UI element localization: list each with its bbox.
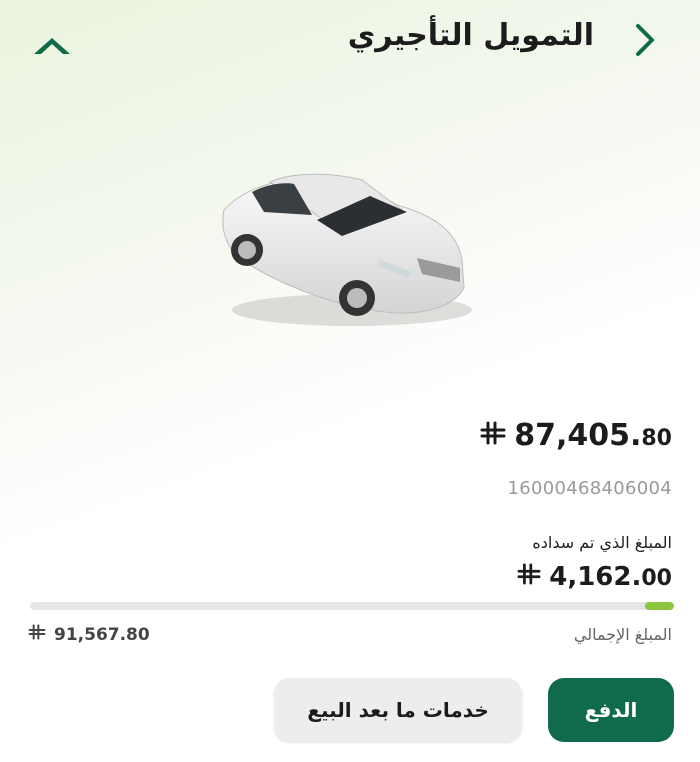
- car-image: [212, 160, 484, 338]
- saudi-riyal-icon: [28, 624, 46, 645]
- contract-number: 16000468406004: [507, 478, 672, 499]
- payment-progress-fill: [645, 602, 674, 610]
- chevron-right-icon: [636, 24, 654, 56]
- saudi-riyal-icon: [480, 421, 506, 449]
- paid-amount: 4,162.00: [517, 562, 672, 592]
- total-amount-label: المبلغ الإجمالي: [573, 625, 672, 644]
- total-amount-value: 91,567.80: [54, 624, 150, 645]
- remaining-amount-integer: 87,405.: [514, 418, 642, 453]
- saudi-riyal-icon: [517, 563, 541, 589]
- back-button[interactable]: [626, 20, 666, 60]
- payment-progress-bar: [30, 602, 674, 610]
- paid-amount-label: المبلغ الذي تم سداده: [532, 533, 672, 552]
- paid-amount-decimal: 00: [641, 566, 672, 591]
- remaining-amount: 87,405.80: [480, 418, 672, 453]
- after-sale-services-button[interactable]: خدمات ما بعد البيع: [274, 678, 522, 742]
- after-sale-services-label: خدمات ما بعد البيع: [307, 698, 489, 722]
- pay-button[interactable]: الدفع: [548, 678, 674, 742]
- total-amount: 91,567.80: [28, 624, 150, 645]
- paid-amount-integer: 4,162.: [549, 562, 642, 592]
- pay-button-label: الدفع: [584, 698, 638, 722]
- remaining-amount-decimal: 80: [641, 426, 672, 451]
- chevron-up-logo-icon: [30, 30, 74, 60]
- header: التمويل التأجيري: [0, 0, 700, 90]
- page-title: التمويل التأجيري: [347, 18, 594, 53]
